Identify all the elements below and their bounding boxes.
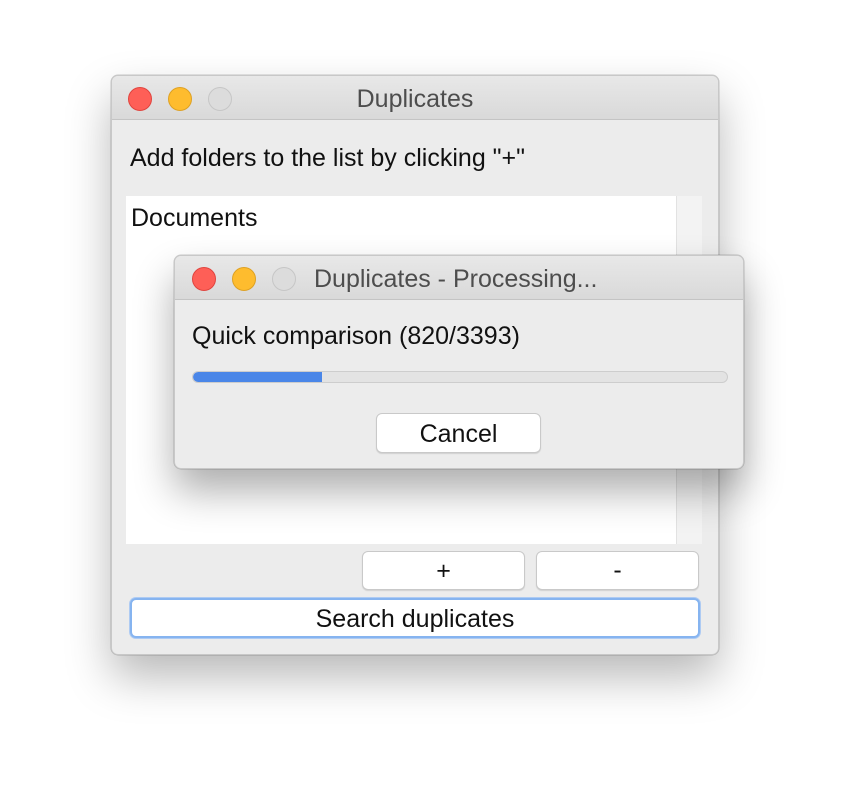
processing-dialog: Duplicates - Processing... Quick compari… (174, 255, 744, 469)
add-folder-button[interactable]: + (362, 551, 525, 590)
zoom-icon (272, 267, 296, 291)
search-duplicates-button[interactable]: Search duplicates (130, 598, 700, 638)
title-bar[interactable]: Duplicates (112, 76, 718, 120)
minimize-icon[interactable] (232, 267, 256, 291)
close-icon[interactable] (192, 267, 216, 291)
progress-status-text: Quick comparison (820/3393) (192, 322, 520, 350)
cancel-button[interactable]: Cancel (376, 413, 541, 453)
progress-bar (192, 371, 728, 383)
list-item[interactable]: Documents (131, 204, 257, 233)
dialog-title: Duplicates - Processing... (314, 265, 598, 293)
progress-bar-fill (193, 372, 323, 382)
dialog-title-bar[interactable]: Duplicates - Processing... (175, 256, 743, 300)
remove-folder-button[interactable]: - (536, 551, 699, 590)
instruction-label: Add folders to the list by clicking "+" (130, 144, 526, 172)
window-title: Duplicates (356, 85, 474, 113)
